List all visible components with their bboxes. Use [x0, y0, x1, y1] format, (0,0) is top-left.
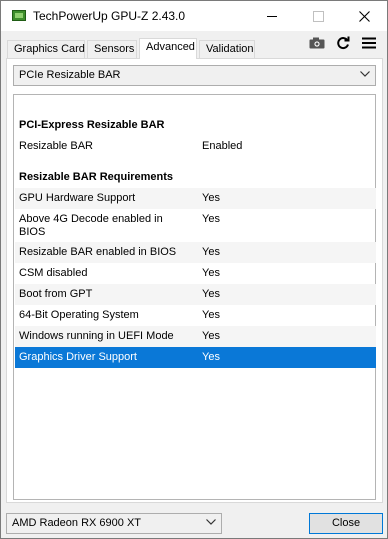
minimize-icon — [267, 15, 277, 17]
details-list: PCI-Express Resizable BAR Resizable BAR … — [13, 94, 376, 500]
section-select[interactable]: PCIe Resizable BAR — [13, 65, 376, 86]
gpu-select-value: AMD Radeon RX 6900 XT — [12, 517, 142, 529]
item-value: Yes — [202, 192, 220, 204]
item-value: Yes — [202, 267, 220, 279]
section-heading: PCI-Express Resizable BAR — [19, 119, 165, 131]
tab-sensors[interactable]: Sensors — [87, 40, 137, 58]
minimize-button[interactable] — [249, 1, 295, 31]
item-label: Above 4G Decode enabled in BIOS — [19, 213, 163, 238]
tab-validation[interactable]: Validation — [199, 40, 255, 58]
refresh-icon — [337, 36, 350, 49]
list-item[interactable]: GPU Hardware Support Yes — [15, 188, 376, 209]
list-item[interactable]: Resizable BAR Enabled — [15, 136, 376, 157]
item-label: Windows running in UEFI Mode — [19, 330, 174, 342]
item-value: Yes — [202, 330, 220, 342]
item-value: Yes — [202, 246, 220, 258]
maximize-button[interactable] — [295, 1, 341, 31]
list-item[interactable]: Resizable BAR enabled in BIOS Yes — [15, 242, 376, 263]
tab-advanced[interactable]: Advanced — [139, 38, 197, 59]
screenshot-button[interactable] — [309, 35, 325, 51]
maximize-icon — [312, 10, 324, 22]
close-icon — [358, 10, 370, 22]
window-title: TechPowerUp GPU-Z 2.43.0 — [33, 9, 186, 23]
item-value: Enabled — [202, 140, 243, 152]
item-label: CSM disabled — [19, 267, 88, 279]
toolbar — [309, 35, 377, 51]
item-label: 64-Bit Operating System — [19, 309, 139, 321]
close-window-button[interactable] — [341, 1, 387, 31]
item-value: Yes — [202, 288, 220, 300]
section-heading: Resizable BAR Requirements — [19, 171, 174, 183]
title-bar[interactable]: TechPowerUp GPU-Z 2.43.0 — [1, 1, 387, 31]
list-item[interactable]: Above 4G Decode enabled in BIOS Yes — [15, 209, 376, 242]
gpuz-window: TechPowerUp GPU-Z 2.43.0 Graphics Card S… — [0, 0, 388, 539]
advanced-panel: PCIe Resizable BAR PCI-Express Resizable… — [6, 58, 383, 503]
list-item[interactable]: 64-Bit Operating System Yes — [15, 305, 376, 326]
menu-icon — [362, 37, 376, 49]
item-value: Yes — [202, 213, 220, 225]
list-item-selected[interactable]: Graphics Driver Support Yes — [15, 347, 376, 368]
menu-button[interactable] — [361, 35, 377, 51]
camera-icon — [309, 37, 325, 49]
section-select-value: PCIe Resizable BAR — [19, 69, 121, 81]
item-label: Resizable BAR enabled in BIOS — [19, 246, 177, 258]
list-item[interactable]: Windows running in UEFI Mode Yes — [15, 326, 376, 347]
chevron-down-icon — [206, 519, 216, 525]
item-label: GPU Hardware Support — [19, 192, 136, 204]
gpu-app-icon — [12, 10, 26, 21]
item-label: Graphics Driver Support — [19, 351, 137, 363]
tab-graphics-card[interactable]: Graphics Card — [7, 40, 85, 58]
item-value: Yes — [202, 351, 220, 363]
item-label: Boot from GPT — [19, 288, 93, 300]
gpu-select[interactable]: AMD Radeon RX 6900 XT — [6, 513, 222, 534]
close-button[interactable]: Close — [309, 513, 383, 534]
list-item[interactable]: CSM disabled Yes — [15, 263, 376, 284]
item-value: Yes — [202, 309, 220, 321]
refresh-button[interactable] — [335, 35, 351, 51]
item-label: Resizable BAR — [19, 140, 93, 152]
list-item[interactable]: Boot from GPT Yes — [15, 284, 376, 305]
chevron-down-icon — [360, 71, 370, 77]
